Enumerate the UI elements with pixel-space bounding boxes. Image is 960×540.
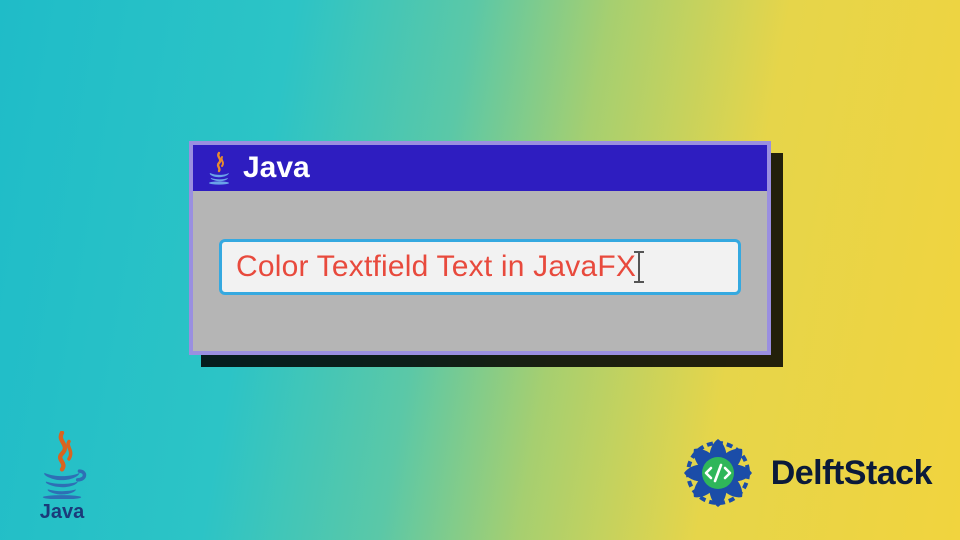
color-textfield[interactable]: Color Textfield Text in JavaFX bbox=[219, 239, 741, 295]
window-frame: Java Color Textfield Text in JavaFX bbox=[189, 141, 771, 355]
delftstack-label: DelftStack bbox=[771, 454, 932, 493]
java-icon bbox=[32, 431, 92, 499]
delftstack-badge-icon bbox=[675, 430, 761, 516]
application-window: Java Color Textfield Text in JavaFX bbox=[189, 141, 771, 355]
window-body: Color Textfield Text in JavaFX bbox=[193, 191, 767, 351]
delftstack-logo: DelftStack bbox=[675, 430, 932, 516]
textfield-value: Color Textfield Text in JavaFX bbox=[236, 250, 636, 284]
java-icon bbox=[205, 151, 233, 185]
java-logo-corner: Java bbox=[32, 431, 92, 524]
java-logo-label: Java bbox=[32, 501, 92, 524]
titlebar: Java bbox=[193, 145, 767, 191]
text-cursor-icon bbox=[638, 251, 640, 283]
window-title: Java bbox=[243, 151, 310, 185]
